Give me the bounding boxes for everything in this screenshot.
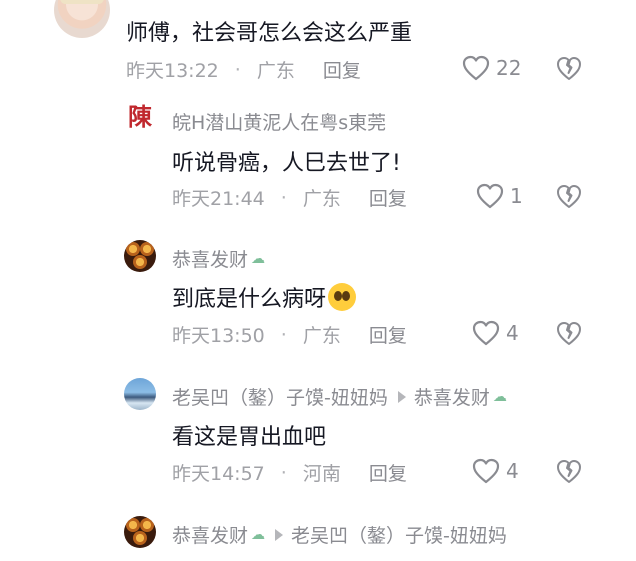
comment-author[interactable]: 恭喜发财 ☁ [172,245,265,272]
like-button[interactable]: 1 [476,183,523,209]
like-button[interactable]: 22 [462,55,521,81]
reply-button[interactable]: 回复 [369,459,407,486]
comment-text: 听说骨癌，人巳去世了! [172,151,401,176]
comment-author[interactable]: 老吴凹（鏊）子馍-妞妞妈 恭喜发财 ☁ [172,383,507,410]
comment-meta: 昨天21:44 · 广东 回复 [172,184,407,211]
heart-outline-icon [472,458,500,484]
reply-to-author[interactable]: 恭喜发财 [414,383,490,410]
avatar[interactable]: 陳 [124,101,156,133]
avatar[interactable] [124,516,156,548]
comment-time: 昨天21:44 [172,188,265,210]
reply-button[interactable]: 回复 [323,56,361,83]
broken-heart-icon[interactable] [556,458,582,484]
like-button[interactable]: 4 [472,458,519,484]
cloud-badge-icon: ☁ [492,388,507,405]
comment-time: 昨天13:22 [126,60,219,82]
reply-button[interactable]: 回复 [369,321,407,348]
comment-time: 昨天14:57 [172,463,265,485]
comment-thread: 师傅，社会哥怎么会这么严重 昨天13:22 · 广东 回复 22 陳 皖H潜山黄… [0,0,636,561]
reply-button[interactable]: 回复 [369,184,407,211]
comment-time: 昨天13:50 [172,325,265,347]
seal-logo: 陳 [128,102,152,131]
like-button[interactable]: 4 [472,320,519,346]
like-count: 22 [496,56,522,80]
comment-location: 广东 [256,60,295,82]
comment-meta: 昨天13:22 · 广东 回复 [126,56,361,83]
comment-text: 到底是什么病呀 [172,281,357,313]
comment-text: 看这是胃出血吧 [172,425,327,450]
cloud-badge-icon: ☁ [251,250,266,267]
reply-arrow-icon [275,528,284,541]
reply-arrow-icon [397,390,406,403]
comment-meta: 昨天13:50 · 广东 回复 [172,321,407,348]
broken-heart-icon[interactable] [556,55,582,81]
heart-outline-icon [462,55,490,81]
broken-heart-icon[interactable] [556,320,582,346]
like-count: 4 [506,321,519,345]
reply-to-author[interactable]: 老吴凹（鏊）子馍-妞妞妈 [291,521,507,548]
avatar[interactable] [124,378,156,410]
comment-location: 河南 [302,463,341,485]
comment-text: 师傅，社会哥怎么会这么严重 [126,21,413,46]
broken-heart-icon[interactable] [556,183,582,209]
heart-outline-icon [472,320,500,346]
comment-author[interactable]: 皖H潜山黄泥人在粤s東莞 [172,108,386,135]
comment-location: 广东 [302,188,341,210]
like-count: 1 [510,184,523,208]
avatar[interactable] [124,240,156,272]
like-count: 4 [506,459,519,483]
heart-outline-icon [476,183,504,209]
avatar[interactable] [54,0,110,38]
cloud-badge-icon: ☁ [251,526,266,543]
comment-meta: 昨天14:57 · 河南 回复 [172,459,407,486]
pleading-face-emoji-icon [328,283,357,311]
comment-location: 广东 [302,325,341,347]
comment-author[interactable]: 恭喜发财 ☁ 老吴凹（鏊）子馍-妞妞妈 [172,521,507,548]
